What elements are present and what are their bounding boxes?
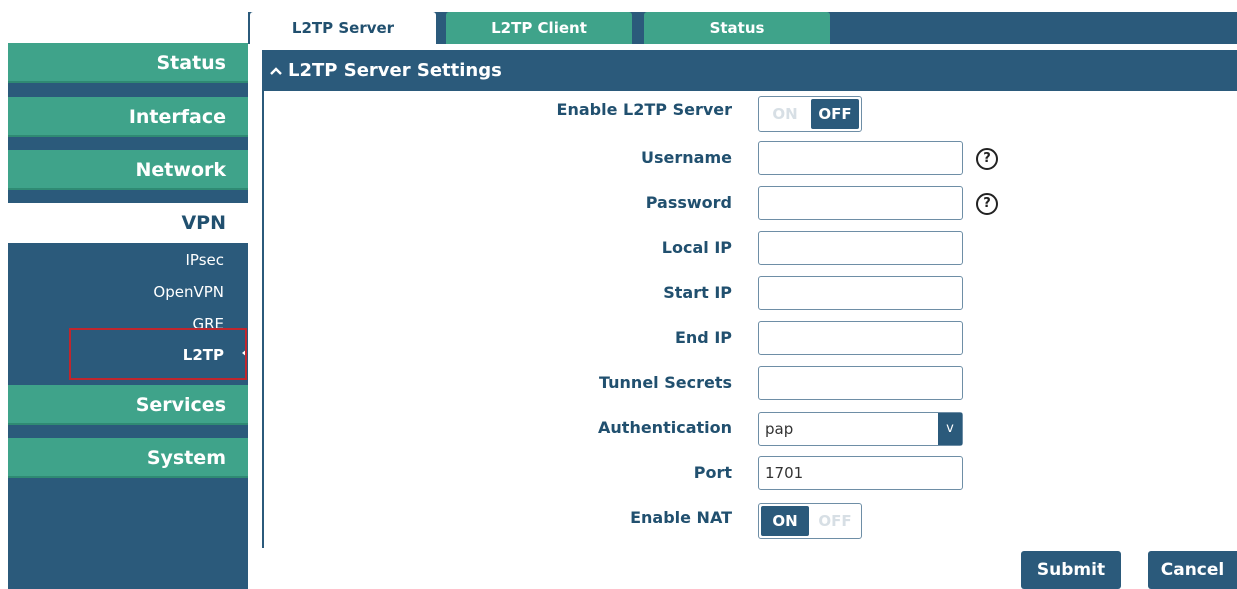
chevron-down-icon[interactable]: v xyxy=(938,413,962,445)
cancel-button[interactable]: Cancel xyxy=(1148,551,1237,589)
tab-bar: L2TP Server L2TP Client Status xyxy=(248,12,1237,44)
username-help-icon[interactable]: ? xyxy=(976,148,998,170)
tab-l2tp-client[interactable]: L2TP Client xyxy=(446,12,632,44)
authentication-label: Authentication xyxy=(598,418,732,437)
sidebar-item-services[interactable]: Services xyxy=(8,385,248,425)
end-ip-label: End IP xyxy=(674,328,732,347)
tunnel-secrets-label: Tunnel Secrets xyxy=(598,373,732,392)
toggle-off-segment[interactable]: OFF xyxy=(811,506,859,536)
toggle-off-segment[interactable]: OFF xyxy=(811,99,859,129)
enable-nat-toggle[interactable]: ON OFF xyxy=(758,503,862,539)
authentication-select[interactable]: pap v xyxy=(758,412,963,446)
sidebar-item-interface[interactable]: Interface xyxy=(8,97,248,137)
panel-border xyxy=(262,88,264,548)
start-ip-label: Start IP xyxy=(663,283,732,302)
local-ip-label: Local IP xyxy=(661,238,732,257)
sidebar: Status Interface Network VPN IPsec OpenV… xyxy=(8,43,248,589)
start-ip-input[interactable] xyxy=(758,276,963,310)
sidebar-subitem-ipsec[interactable]: IPsec xyxy=(186,250,225,270)
port-label: Port xyxy=(693,463,732,482)
tunnel-secrets-input[interactable] xyxy=(758,366,963,400)
password-help-icon[interactable]: ? xyxy=(976,193,998,215)
local-ip-input[interactable] xyxy=(758,231,963,265)
username-input[interactable] xyxy=(758,141,963,175)
password-label: Password xyxy=(645,193,732,212)
authentication-value: pap xyxy=(765,420,794,438)
toggle-on-segment[interactable]: ON xyxy=(761,506,809,536)
toggle-on-segment[interactable]: ON xyxy=(761,99,809,129)
sidebar-item-network[interactable]: Network xyxy=(8,150,248,190)
tab-status[interactable]: Status xyxy=(644,12,830,44)
l2tp-highlight-box xyxy=(69,328,247,380)
sidebar-item-status[interactable]: Status xyxy=(8,43,248,83)
tab-l2tp-server[interactable]: L2TP Server xyxy=(250,12,436,44)
port-input[interactable] xyxy=(758,456,963,490)
sidebar-subitem-openvpn[interactable]: OpenVPN xyxy=(153,282,224,302)
end-ip-input[interactable] xyxy=(758,321,963,355)
section-title: L2TP Server Settings xyxy=(288,60,502,81)
enable-nat-label: Enable NAT xyxy=(630,508,732,527)
submit-button[interactable]: Submit xyxy=(1021,551,1121,589)
enable-l2tp-server-toggle[interactable]: ON OFF xyxy=(758,96,862,132)
username-label: Username xyxy=(641,148,732,167)
section-header[interactable]: L2TP Server Settings xyxy=(262,50,1237,91)
enable-l2tp-server-label: Enable L2TP Server xyxy=(556,100,732,119)
chevron-up-icon xyxy=(270,50,282,91)
sidebar-item-vpn[interactable]: VPN xyxy=(8,203,248,243)
sidebar-item-system[interactable]: System xyxy=(8,438,248,478)
password-input[interactable] xyxy=(758,186,963,220)
